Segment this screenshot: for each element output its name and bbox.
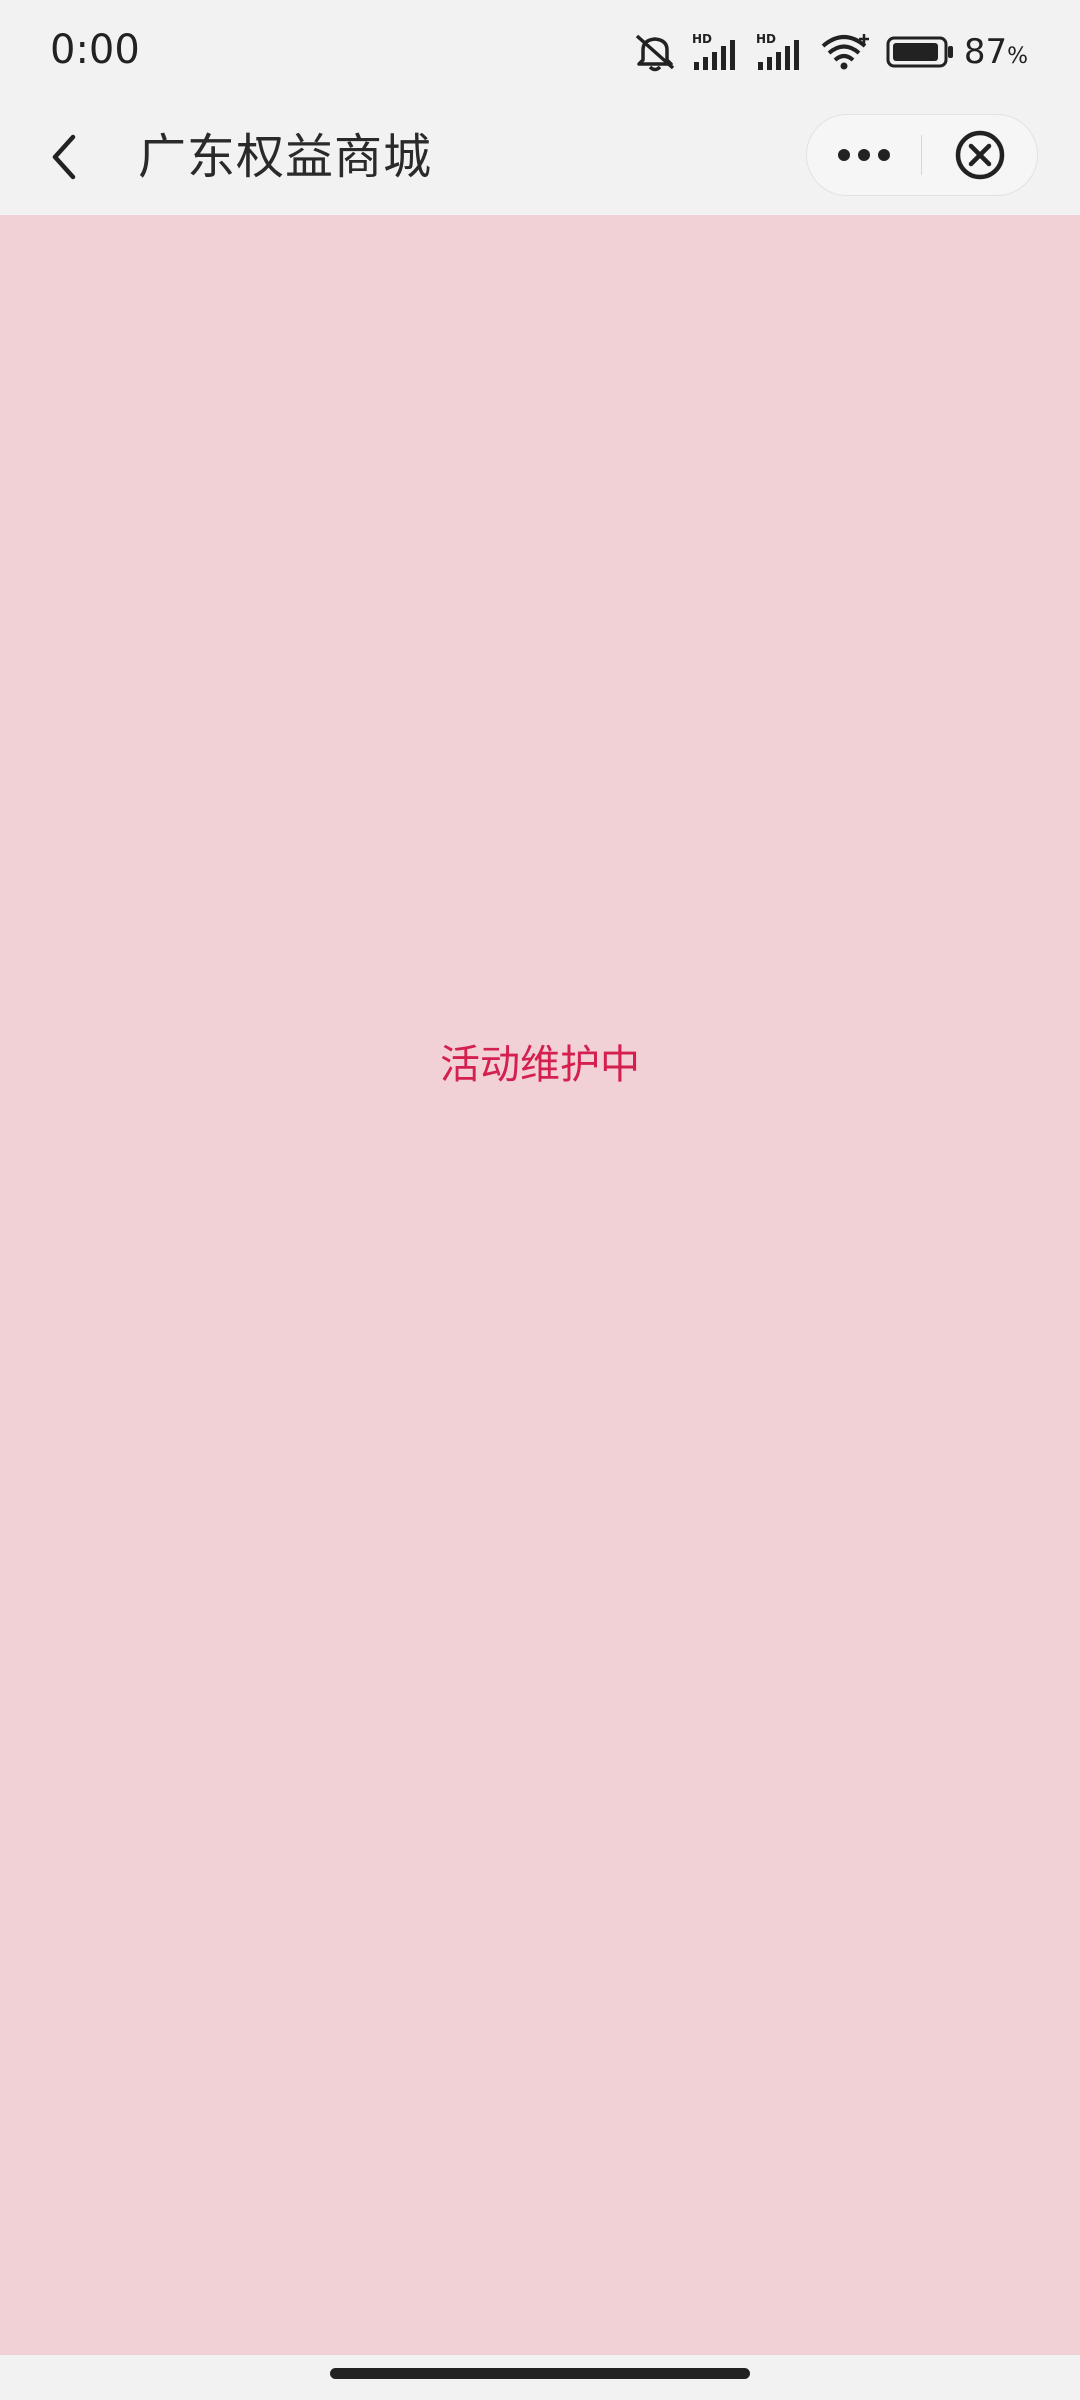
- main-content: 活动维护中: [0, 215, 1080, 2355]
- svg-text:HD: HD: [692, 32, 712, 46]
- mute-icon: [632, 32, 678, 72]
- maintenance-message: 活动维护中: [440, 1042, 640, 1088]
- wifi-icon: [820, 32, 872, 72]
- status-time: 0:00: [50, 27, 140, 73]
- page-title: 广东权益商城: [138, 129, 433, 185]
- svg-text:HD: HD: [756, 32, 776, 46]
- home-indicator[interactable]: [330, 2368, 750, 2379]
- battery-percent: 87%: [963, 32, 1028, 72]
- chevron-left-icon: [52, 134, 76, 180]
- more-dots-icon: [838, 149, 890, 161]
- nav-bar: 广东权益商城: [0, 100, 1080, 215]
- mini-program-capsule: [806, 114, 1038, 196]
- close-button[interactable]: [923, 115, 1037, 195]
- more-button[interactable]: [807, 115, 921, 195]
- back-button[interactable]: [30, 122, 100, 192]
- status-icons: HD HD 87%: [618, 28, 1028, 76]
- signal-hd-icon: HD: [692, 32, 742, 72]
- close-circle-icon: [955, 130, 1005, 180]
- battery-icon: [886, 32, 956, 72]
- status-bar: 0:00 HD HD 87%: [0, 0, 1080, 100]
- signal-hd-icon: HD: [756, 32, 806, 72]
- capsule-divider: [921, 135, 922, 175]
